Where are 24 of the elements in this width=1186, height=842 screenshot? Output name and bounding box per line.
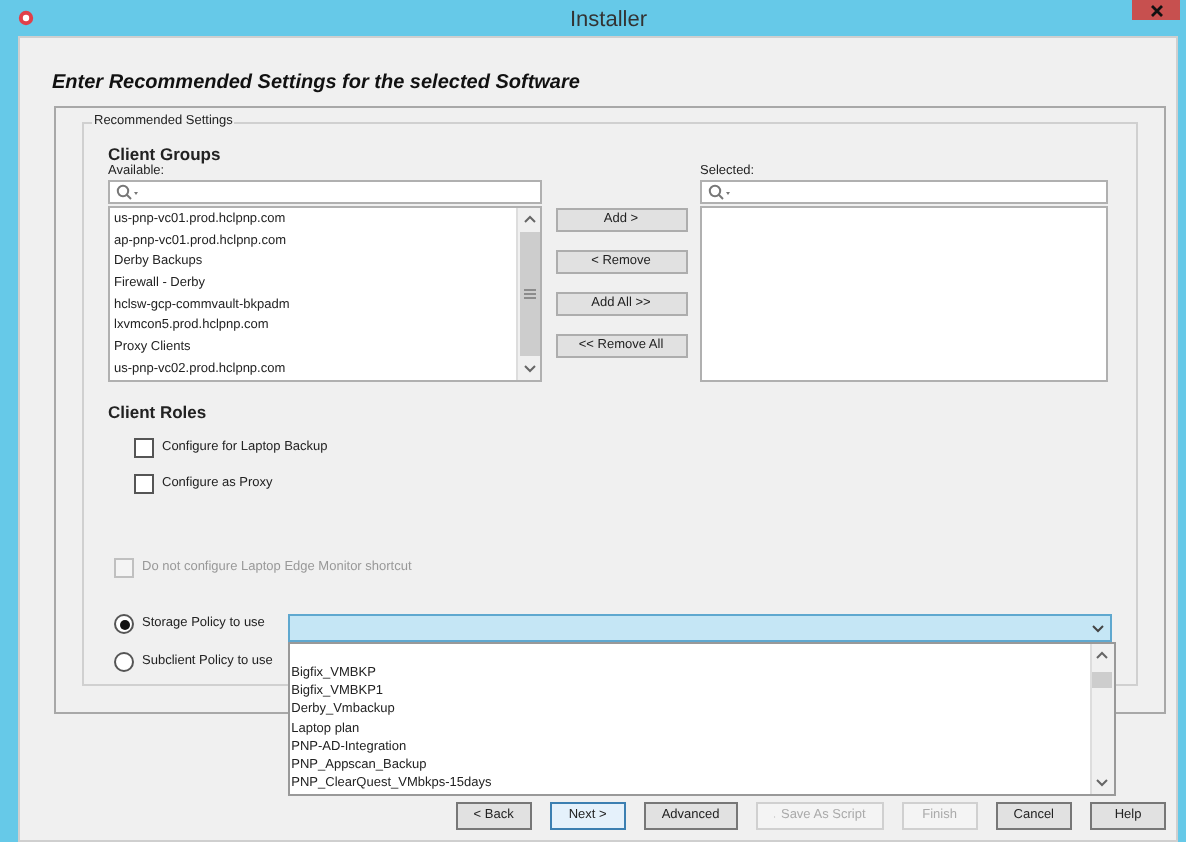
checkbox[interactable] [134, 474, 154, 494]
section-title: Client Roles [108, 402, 209, 422]
scrollbar[interactable] [1089, 644, 1114, 794]
window-title: Installer [570, 6, 648, 36]
caret-icon [1090, 620, 1106, 636]
app-icon [18, 10, 34, 26]
search-field[interactable] [108, 180, 542, 204]
grip-icon [523, 288, 535, 300]
search-icon [708, 184, 732, 200]
section-title: Client Groups [108, 144, 223, 164]
scroll-down-icon[interactable] [1094, 774, 1111, 790]
scroll-down-icon[interactable] [521, 360, 537, 376]
scroll-thumb[interactable] [1092, 672, 1113, 688]
scroll-up-icon[interactable] [521, 212, 537, 228]
radio-button[interactable] [114, 652, 134, 672]
scroll-up-icon[interactable] [1094, 648, 1111, 664]
checkbox[interactable] [134, 438, 154, 458]
search-field[interactable] [700, 180, 1108, 204]
search-icon [116, 184, 140, 200]
scrollbar[interactable] [516, 208, 540, 380]
page-heading: Enter Recommended Settings for the selected Software [52, 70, 582, 98]
close-icon [1149, 3, 1163, 17]
close-button[interactable] [1132, 0, 1180, 20]
radio-button[interactable] [114, 614, 134, 634]
